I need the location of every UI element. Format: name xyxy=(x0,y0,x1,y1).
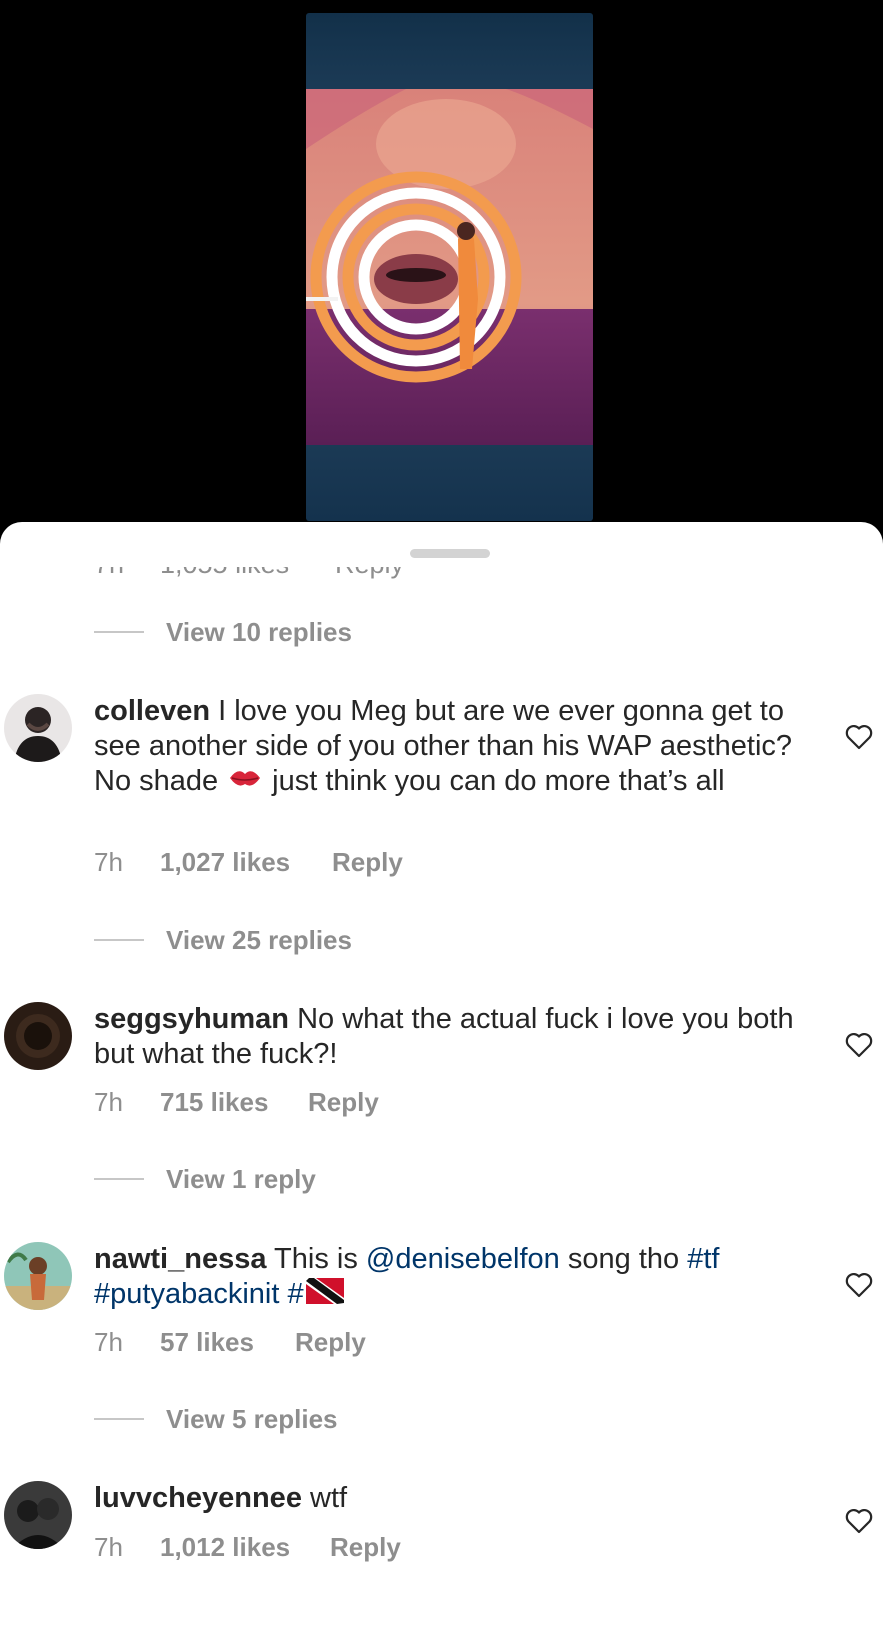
drag-handle[interactable] xyxy=(410,549,490,558)
comment-time: 7h xyxy=(94,847,123,877)
reply-button[interactable]: Reply xyxy=(295,1327,366,1358)
comment-text: colleven I love you Meg but are we ever … xyxy=(94,694,794,800)
divider xyxy=(94,631,144,633)
mention-link[interactable]: @denisebelfon xyxy=(366,1243,560,1275)
hashtag-link[interactable]: #putyabackinit xyxy=(94,1278,279,1310)
comment-time: 7h xyxy=(94,1532,123,1562)
heart-outline-icon[interactable] xyxy=(845,1508,873,1534)
video-frame[interactable] xyxy=(306,13,593,521)
kiss-mark-emoji xyxy=(228,765,262,800)
comment-likes[interactable]: 1,055 likes xyxy=(160,567,289,580)
reply-button[interactable]: Reply xyxy=(308,1087,379,1118)
comment-text: seggsyhuman No what the actual fuck i lo… xyxy=(94,1002,794,1072)
view-replies-button[interactable]: View 5 replies xyxy=(94,1402,338,1436)
comment-body: wtf xyxy=(310,1482,348,1514)
comment-body-continued: song tho xyxy=(567,1243,680,1275)
reply-button[interactable]: Reply xyxy=(332,847,403,878)
hashtag-link[interactable]: #tf xyxy=(687,1243,719,1275)
hashtag-link[interactable]: # xyxy=(287,1278,303,1310)
view-replies-label: View 1 reply xyxy=(166,1163,316,1194)
reply-button[interactable]: Reply xyxy=(330,1532,401,1563)
comment-body-continued: just think you can do more that’s all xyxy=(272,765,725,797)
comment-time: 7h xyxy=(94,567,124,580)
comment-likes[interactable]: 1,027 likes xyxy=(160,847,290,878)
comment-time: 7h xyxy=(94,1087,123,1117)
heart-outline-icon[interactable] xyxy=(845,1272,873,1298)
comment-time: 7h xyxy=(94,1327,123,1357)
view-replies-button[interactable]: View 1 reply xyxy=(94,1162,316,1196)
comment-body: This is xyxy=(274,1243,358,1275)
divider xyxy=(94,939,144,941)
comment-text: luvvcheyennee wtf xyxy=(94,1481,794,1516)
view-replies-button[interactable]: View 10 replies xyxy=(94,615,352,649)
avatar[interactable] xyxy=(4,694,72,762)
comments-sheet: 7h 1,055 likes Reply View 10 replies col… xyxy=(0,522,883,1636)
comment-likes[interactable]: 715 likes xyxy=(160,1087,268,1118)
comment-username[interactable]: nawti_nessa xyxy=(94,1243,266,1275)
view-replies-button[interactable]: View 25 replies xyxy=(94,923,352,957)
comment-likes[interactable]: 57 likes xyxy=(160,1327,254,1358)
avatar[interactable] xyxy=(4,1002,72,1070)
view-replies-label: View 25 replies xyxy=(166,924,352,955)
comment-username[interactable]: luvvcheyennee xyxy=(94,1482,302,1514)
heart-outline-icon[interactable] xyxy=(845,724,873,750)
avatar[interactable] xyxy=(4,1481,72,1549)
video-thumbnail xyxy=(306,89,593,445)
heart-outline-icon[interactable] xyxy=(845,1032,873,1058)
comment-username[interactable]: seggsyhuman xyxy=(94,1003,289,1035)
video-player[interactable] xyxy=(0,0,883,540)
divider xyxy=(94,1178,144,1180)
previous-comment-meta: 7h 1,055 likes Reply xyxy=(0,567,883,587)
view-replies-label: View 5 replies xyxy=(166,1403,338,1434)
reply-button[interactable]: Reply xyxy=(335,567,404,580)
view-replies-label: View 10 replies xyxy=(166,616,352,647)
divider xyxy=(94,1418,144,1420)
comment-likes[interactable]: 1,012 likes xyxy=(160,1532,290,1563)
trinidad-flag-emoji xyxy=(305,1277,344,1313)
comment-username[interactable]: colleven xyxy=(94,695,210,727)
avatar[interactable] xyxy=(4,1242,72,1310)
comment-text: nawti_nessa This is @denisebelfon song t… xyxy=(94,1242,794,1313)
